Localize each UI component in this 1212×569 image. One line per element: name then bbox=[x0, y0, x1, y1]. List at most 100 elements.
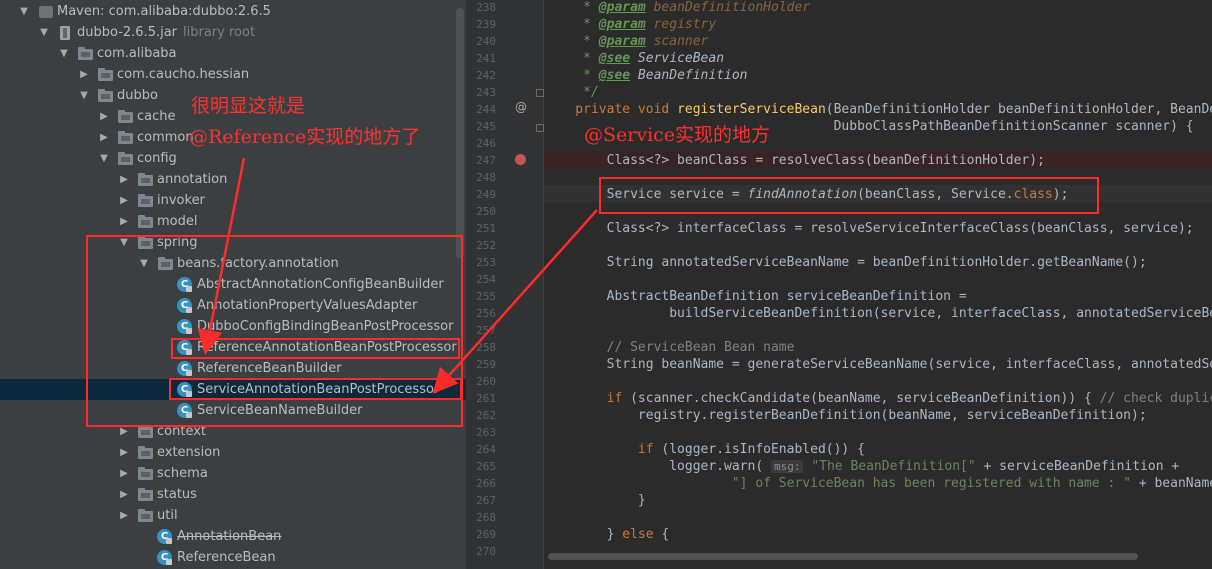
line-number: 252 bbox=[476, 239, 496, 252]
line-number: 247 bbox=[476, 154, 496, 167]
code-token: + serviceBeanDefinition + bbox=[975, 459, 1180, 474]
package-icon bbox=[98, 67, 113, 82]
reference-note-line2: @Reference实现的地方了 bbox=[189, 126, 421, 148]
code-token: if bbox=[544, 442, 662, 457]
collapse-arrow-icon[interactable]: ▶ bbox=[118, 190, 130, 211]
tree-item[interactable]: ▶ extension bbox=[0, 442, 466, 463]
code-token: @param bbox=[598, 0, 646, 15]
collapse-arrow-icon[interactable]: ▶ bbox=[98, 127, 110, 148]
expand-arrow-icon[interactable]: ▼ bbox=[98, 148, 110, 169]
fold-marker-icon[interactable] bbox=[536, 89, 544, 97]
tree-item-label: com.alibaba bbox=[97, 46, 177, 61]
collapse-arrow-icon[interactable]: ▶ bbox=[118, 169, 130, 190]
tree-item[interactable]: ▶ invoker bbox=[0, 190, 466, 211]
tree-item[interactable]: ▼ com.alibaba bbox=[0, 43, 466, 64]
tree-item-label: model bbox=[157, 214, 198, 229]
package-icon bbox=[138, 487, 153, 502]
line-number: 249 bbox=[476, 188, 496, 201]
tree-item[interactable]: ▶ status bbox=[0, 484, 466, 505]
line-number: 259 bbox=[476, 358, 496, 371]
code-line: if (logger.isInfoEnabled()) { bbox=[544, 441, 865, 458]
package-icon bbox=[138, 445, 153, 460]
line-number: 250 bbox=[476, 205, 496, 218]
tree-item-label: extension bbox=[157, 445, 221, 460]
collapse-arrow-icon[interactable]: ▶ bbox=[78, 64, 90, 85]
line-number: 265 bbox=[476, 460, 496, 473]
editor-horizontal-scrollbar[interactable] bbox=[548, 553, 1138, 560]
code-token: String beanName = generateServiceBeanNam… bbox=[606, 357, 1212, 372]
tree-item[interactable]: C ReferenceBean bbox=[0, 547, 466, 568]
tree-item[interactable]: ▼ dubbo-2.6.5.jar library root bbox=[0, 22, 466, 43]
tree-item[interactable]: C AnnotationBean bbox=[0, 526, 466, 547]
tree-item-label: common bbox=[137, 130, 194, 145]
line-number: 248 bbox=[476, 171, 496, 184]
code-token: BeanDefinition bbox=[630, 68, 748, 83]
collapse-arrow-icon[interactable]: ▶ bbox=[118, 463, 130, 484]
code-token: String annotatedServiceBeanName = beanDe… bbox=[544, 255, 1147, 270]
code-line: if (scanner.checkCandidate(beanName, ser… bbox=[544, 390, 1212, 407]
code-line: * @param scanner bbox=[544, 33, 708, 50]
code-token: "The BeanDefinition[" bbox=[811, 459, 976, 474]
line-number: 245 bbox=[476, 120, 496, 133]
tree-item[interactable]: ▼ config bbox=[0, 148, 466, 169]
collapse-arrow-icon[interactable]: ▶ bbox=[118, 211, 130, 232]
code-token: } bbox=[544, 493, 646, 508]
line-number: 254 bbox=[476, 273, 496, 286]
collapse-arrow-icon[interactable]: ▶ bbox=[118, 442, 130, 463]
tree-item[interactable]: ▶ com.caucho.hessian bbox=[0, 64, 466, 85]
expand-arrow-icon[interactable]: ▼ bbox=[18, 1, 30, 22]
collapse-arrow-icon[interactable]: ▶ bbox=[98, 106, 110, 127]
code-line: registry.registerBeanDefinition(beanName… bbox=[544, 407, 1147, 424]
breakpoint-icon[interactable] bbox=[515, 154, 526, 165]
code-line: } else { bbox=[544, 526, 670, 543]
tree-item-label: cache bbox=[137, 109, 176, 124]
tree-item[interactable]: ▶ util bbox=[0, 505, 466, 526]
line-number: 256 bbox=[476, 307, 496, 320]
fold-marker-icon[interactable] bbox=[536, 124, 544, 132]
line-number: 263 bbox=[476, 426, 496, 439]
collapse-arrow-icon[interactable]: ▶ bbox=[118, 505, 130, 526]
expand-arrow-icon[interactable]: ▼ bbox=[38, 22, 50, 43]
package-icon bbox=[118, 151, 133, 166]
code-token: registry.registerBeanDefinition(beanName… bbox=[544, 408, 1147, 423]
code-token: AbstractBeanDefinition serviceBeanDefini… bbox=[544, 289, 967, 304]
code-token: else bbox=[622, 527, 654, 542]
code-line: * @param beanDefinitionHolder bbox=[544, 0, 810, 16]
line-number: 268 bbox=[476, 511, 496, 524]
tree-scrollbar[interactable] bbox=[456, 8, 464, 258]
code-line: * @see BeanDefinition bbox=[544, 67, 748, 84]
package-icon bbox=[98, 88, 113, 103]
tree-item-secondary-label: library root bbox=[183, 25, 256, 40]
code-token: if bbox=[544, 391, 631, 406]
expand-arrow-icon[interactable]: ▼ bbox=[58, 43, 70, 64]
line-number: 241 bbox=[476, 52, 496, 65]
line-number: 262 bbox=[476, 409, 496, 422]
code-token: * bbox=[544, 68, 599, 83]
line-number: 269 bbox=[476, 528, 496, 541]
code-token: scanner bbox=[645, 34, 709, 49]
code-line: } bbox=[544, 492, 646, 509]
package-icon bbox=[78, 46, 93, 61]
collapse-arrow-icon[interactable]: ▶ bbox=[118, 484, 130, 505]
tree-item[interactable]: ▼ Maven: com.alibaba:dubbo:2.6.5 bbox=[0, 1, 466, 22]
line-number: 257 bbox=[476, 324, 496, 337]
code-token: } bbox=[544, 527, 623, 542]
code-token: @see bbox=[598, 51, 631, 66]
line-number: 240 bbox=[476, 35, 496, 48]
code-token: (BeanDefinitionHolder beanDefinitionHold… bbox=[825, 102, 1212, 117]
tree-item[interactable]: ▶ annotation bbox=[0, 169, 466, 190]
code-line: AbstractBeanDefinition serviceBeanDefini… bbox=[544, 288, 967, 305]
class-icon: C bbox=[157, 529, 172, 544]
line-number: 264 bbox=[476, 443, 496, 456]
tree-item-label: com.caucho.hessian bbox=[117, 67, 250, 82]
line-number: 267 bbox=[476, 494, 496, 507]
annotation-gutter-icon[interactable]: @ bbox=[514, 100, 528, 114]
code-token: registerServiceBean bbox=[677, 102, 826, 117]
tree-item[interactable]: ▶ schema bbox=[0, 463, 466, 484]
tree-item[interactable]: ▶ model bbox=[0, 211, 466, 232]
code-editor[interactable]: * @param beanDefinitionHolder * @param r… bbox=[544, 0, 1212, 569]
tree-item-label: dubbo bbox=[117, 88, 158, 103]
expand-arrow-icon[interactable]: ▼ bbox=[78, 85, 90, 106]
code-line: * @param registry bbox=[544, 16, 716, 33]
reference-note-line1: 很明显这就是 bbox=[191, 95, 306, 117]
